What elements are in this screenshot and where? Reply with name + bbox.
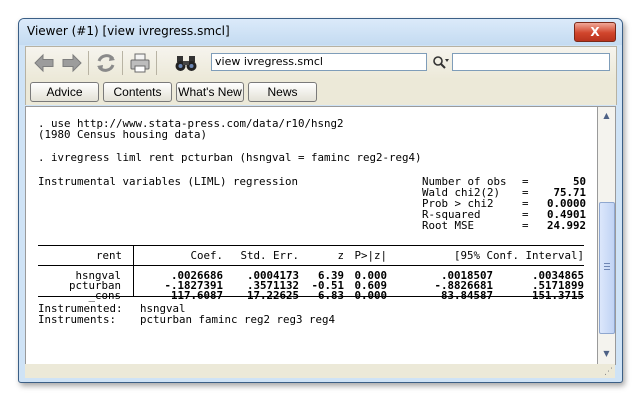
table-cell: 6.83 — [317, 289, 344, 302]
stat-value: 24.992 — [546, 219, 586, 232]
binoculars-icon[interactable] — [174, 51, 198, 75]
table-cell: 17.22625 — [246, 289, 299, 302]
title-bar[interactable]: Viewer (#1) [view ivregress.smcl] X — [19, 19, 622, 45]
contents-button[interactable]: Contents — [103, 82, 172, 102]
table-column-header: P>|z| — [354, 249, 387, 262]
stat-label: Root MSE — [422, 219, 475, 232]
refresh-icon[interactable] — [94, 51, 118, 75]
forward-arrow-icon[interactable] — [60, 51, 84, 75]
table-top-rule — [38, 245, 584, 246]
close-button[interactable]: X — [574, 22, 616, 42]
table-cell: 83.84587 — [440, 289, 493, 302]
dependent-variable: rent — [96, 249, 123, 262]
table-vertical-rule — [133, 245, 134, 297]
viewer-window: Viewer (#1) [view ivregress.smcl] X view… — [18, 18, 623, 383]
vertical-scrollbar[interactable]: ▲ ▼ — [597, 106, 616, 365]
stat-equals: = — [522, 219, 529, 232]
back-arrow-icon[interactable] — [32, 51, 56, 75]
scroll-up-icon[interactable]: ▲ — [598, 107, 615, 124]
table-column-header: z — [337, 249, 344, 262]
table-column-header: Std. Err. — [240, 249, 299, 262]
instruments-value: pcturban faminc reg2 reg3 reg4 — [140, 313, 336, 326]
scroll-thumb[interactable] — [599, 202, 615, 334]
table-cell: 151.3715 — [531, 289, 584, 302]
find-icon — [432, 55, 450, 71]
advice-button[interactable]: Advice — [30, 82, 99, 102]
output-line: Instrumental variables (LIML) regression — [38, 175, 299, 188]
output-line: . ivregress liml rent pcturban (hsngval … — [38, 151, 422, 164]
table-cell: 117.6087 — [170, 289, 223, 302]
output-line: (1980 Census housing data) — [38, 128, 208, 141]
table-column-header: Coef. — [190, 249, 223, 262]
news-button[interactable]: News — [248, 82, 317, 102]
whats-new-button[interactable]: What's New — [176, 82, 244, 102]
table-cell: 0.000 — [354, 289, 387, 302]
resize-grip-icon[interactable]: ⋰ — [604, 367, 613, 377]
toolbar: view ivregress.smcl — [25, 46, 617, 80]
table-row-name: _cons — [88, 289, 121, 302]
instruments-label: Instruments: — [38, 313, 117, 326]
window-title: Viewer (#1) [view ivregress.smcl] — [27, 24, 230, 38]
table-column-header: [95% Conf. Interval] — [453, 249, 584, 262]
viewer-content[interactable]: . use http://www.stata-press.com/data/r1… — [25, 106, 598, 365]
scroll-down-icon[interactable]: ▼ — [598, 345, 615, 362]
link-button-bar: Advice Contents What's New News — [25, 79, 617, 105]
find-input[interactable] — [452, 53, 610, 71]
table-mid-rule — [38, 265, 584, 266]
status-bar: ⋰ — [25, 364, 615, 378]
address-field[interactable]: view ivregress.smcl — [211, 53, 427, 71]
print-icon[interactable] — [128, 51, 152, 75]
